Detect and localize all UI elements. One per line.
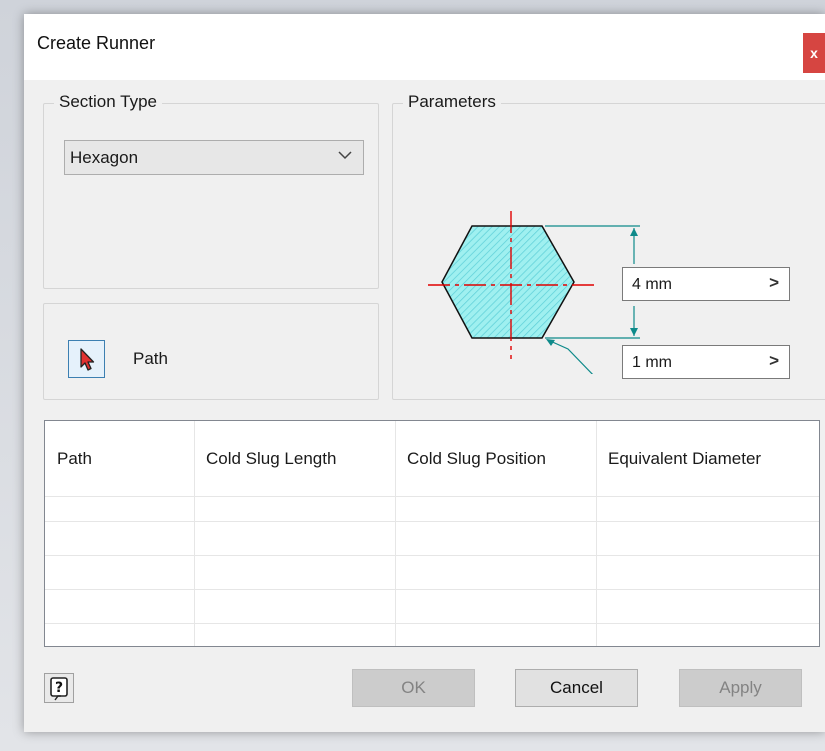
section-type-legend: Section Type bbox=[54, 92, 162, 112]
hexagon-section-diagram bbox=[428, 211, 640, 374]
corner-parameter-value: 1 mm bbox=[632, 354, 672, 371]
close-button[interactable]: x bbox=[803, 33, 825, 73]
section-type-dropdown[interactable]: Hexagon bbox=[64, 140, 364, 175]
column-header-path[interactable]: Path bbox=[57, 449, 92, 469]
path-table[interactable]: Path Cold Slug Length Cold Slug Position… bbox=[44, 420, 820, 647]
path-select-button[interactable] bbox=[68, 340, 105, 378]
size-parameter-field[interactable]: 4 mm > bbox=[622, 267, 790, 301]
path-label: Path bbox=[133, 349, 168, 368]
dialog-title: Create Runner bbox=[37, 33, 156, 53]
column-header-cold-slug-position[interactable]: Cold Slug Position bbox=[407, 449, 546, 469]
section-type-group: Section Type bbox=[43, 92, 379, 289]
ok-button[interactable]: OK bbox=[352, 669, 475, 707]
size-parameter-value: 4 mm bbox=[632, 276, 672, 293]
cursor-arrow-icon bbox=[80, 348, 95, 371]
column-header-equivalent-diameter[interactable]: Equivalent Diameter bbox=[608, 449, 761, 469]
section-type-value: Hexagon bbox=[70, 148, 139, 167]
help-button[interactable]: ? bbox=[44, 673, 74, 703]
cancel-button[interactable]: Cancel bbox=[515, 669, 638, 707]
corner-parameter-field[interactable]: 1 mm > bbox=[622, 345, 790, 379]
svg-text:?: ? bbox=[55, 680, 63, 696]
create-runner-dialog: Create Runner x Section Type Hexagon Pat… bbox=[24, 14, 825, 732]
corner-parameter-arrow-icon[interactable]: > bbox=[769, 351, 779, 371]
help-icon: ? bbox=[50, 677, 68, 701]
size-parameter-arrow-icon[interactable]: > bbox=[769, 273, 779, 293]
parameters-legend: Parameters bbox=[403, 92, 501, 112]
column-header-cold-slug-length[interactable]: Cold Slug Length bbox=[206, 449, 336, 469]
apply-button[interactable]: Apply bbox=[679, 669, 802, 707]
title-bar: Create Runner x bbox=[24, 14, 825, 80]
chevron-down-icon bbox=[338, 151, 352, 160]
close-icon: x bbox=[810, 45, 818, 61]
